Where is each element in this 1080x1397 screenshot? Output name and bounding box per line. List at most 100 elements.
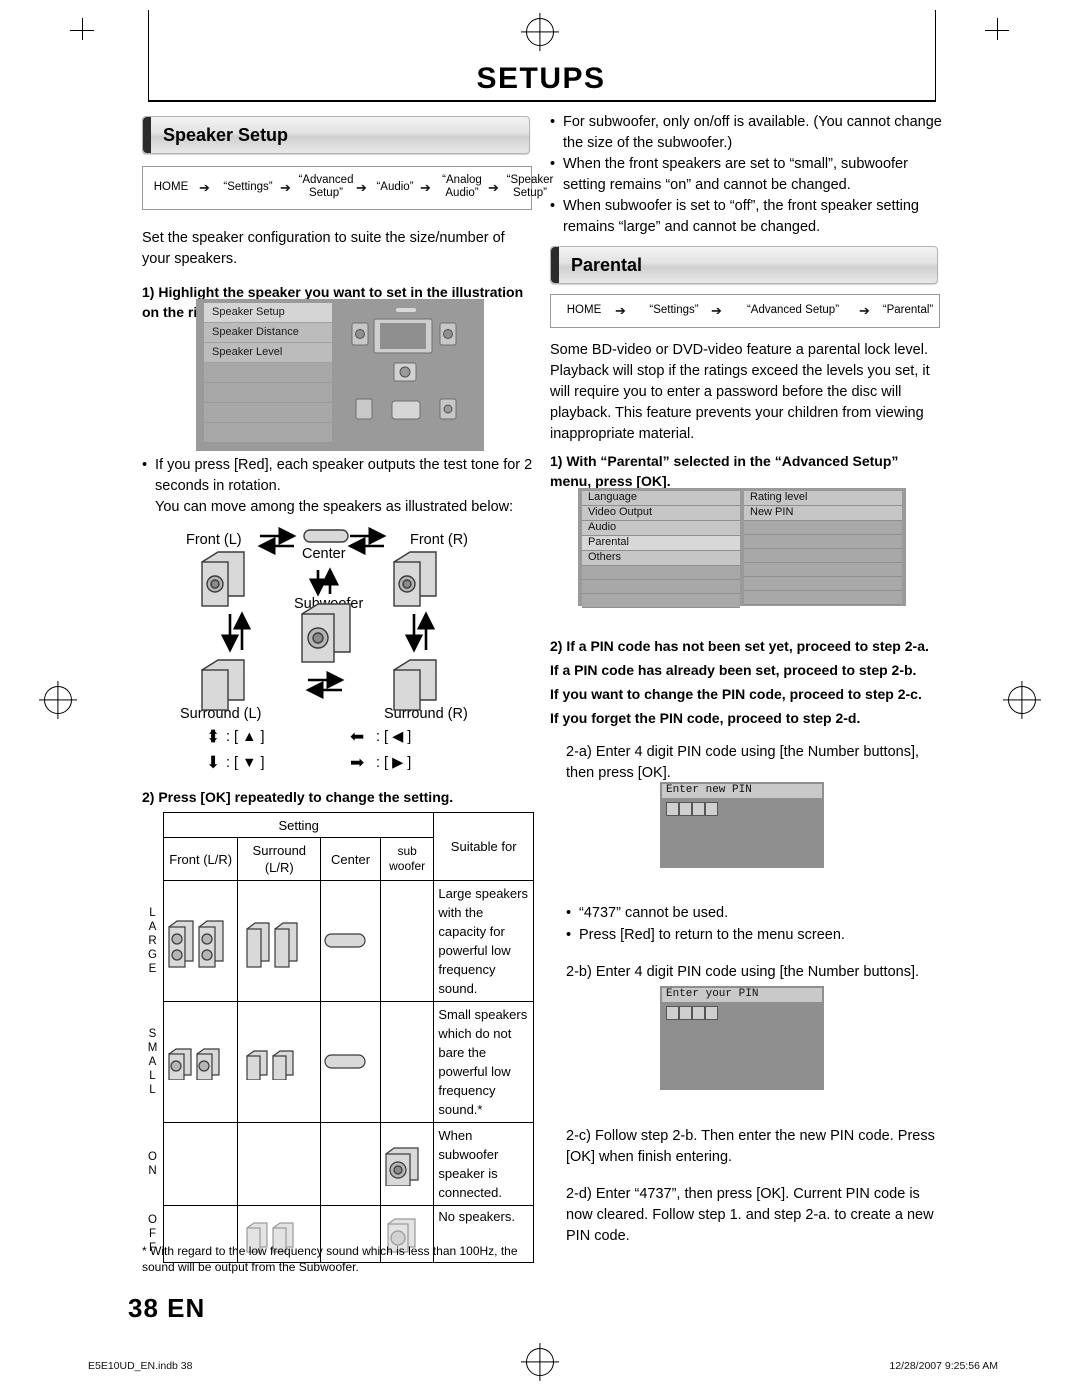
breadcrumb-item-4: “Analog Audio” [442, 174, 482, 199]
bullet-dot: • [550, 198, 556, 214]
osd-item-video-output: Video Output [582, 506, 740, 521]
page-title: SETUPS [476, 62, 606, 95]
osd-blank-row [744, 591, 902, 605]
chevron-right-icon: ➔ [711, 303, 722, 318]
pin-digit-2[interactable] [679, 802, 692, 816]
manual-page: SETUPS Speaker Setup HOME ➔ “Settings” ➔… [0, 0, 1080, 1397]
bullet-dot: • [566, 927, 572, 943]
speaker-move-text: You can move among the speakers as illus… [155, 499, 514, 515]
enter-new-pin-title: Enter new PIN [662, 784, 822, 798]
enter-your-pin-title: Enter your PIN [662, 988, 822, 1002]
table-col-surround: Surround (L/R) [237, 837, 322, 881]
pin-digit-1[interactable] [666, 802, 679, 816]
breadcrumb-parental: HOME ➔ “Settings” ➔ “Advanced Setup” ➔ “… [550, 294, 940, 328]
speaker-move-diagram: Front (L) Center Front (R) Subwoofer Sur… [142, 522, 534, 782]
cell-subwoofer-small [379, 1001, 435, 1123]
parental-step-2-line-0: If a PIN code has already been set, proc… [550, 662, 917, 678]
key-down-label: : [ ▼ ] [226, 755, 265, 771]
cell-surround-on [237, 1122, 322, 1206]
pin-entry-field-2[interactable] [666, 1006, 718, 1020]
parental-intro: Some BD-video or DVD-video feature a par… [550, 342, 930, 442]
table-header-row: Setting Suitable for [142, 812, 534, 881]
chevron-right-icon: ➔ [859, 303, 870, 318]
speaker-setup-osd-screenshot: Speaker Setup Speaker Distance Speaker L… [196, 299, 484, 451]
parental-step-2: 2) If a PIN code has not been set yet, p… [550, 638, 929, 654]
speaker-test-tone-text: If you press [Red], each speaker outputs… [155, 457, 533, 494]
cell-surround-large [237, 880, 322, 1002]
key-right-label: : [ ▶ ] [376, 755, 412, 771]
parental-step-1: 1) With “Parental” selected in the “Adva… [550, 453, 899, 489]
speaker-table-footnote: * With regard to the low frequency sound… [142, 1244, 518, 1274]
pin-digit-2[interactable] [679, 1006, 692, 1020]
page-number: 38 EN [128, 1293, 206, 1323]
parental-step-2-line-1: If you want to change the PIN code, proc… [550, 686, 922, 702]
pin-digit-4[interactable] [705, 1006, 718, 1020]
speaker-setting-table: Setting Suitable for Front (L/R) Surroun… [142, 812, 534, 1263]
breadcrumb-item-0: HOME [566, 304, 602, 316]
osd-blank-row [744, 549, 902, 563]
note-red-button: • Press [Red] to return to the menu scre… [566, 925, 942, 946]
bullet-dot: • [566, 905, 572, 921]
right-bullet-2-text: When subwoofer is set to “off”, the fron… [563, 198, 919, 235]
cell-center-on [320, 1122, 381, 1206]
banner-accent [551, 247, 559, 283]
chevron-right-icon: ➔ [280, 180, 291, 195]
cell-suitable-small: Small speakers which do not bare the pow… [433, 1001, 534, 1123]
small-front-speaker-icon [168, 1048, 220, 1080]
chevron-right-icon: ➔ [199, 180, 210, 195]
osd-blank-row [744, 563, 902, 577]
osd-item-rating-level: Rating level [744, 491, 902, 506]
breadcrumb-speaker-setup: HOME ➔ “Settings” ➔ “Advanced Setup” ➔ “… [142, 166, 553, 210]
osd-menu-blank-row [204, 403, 332, 423]
parental-step-2-line-2: If you forget the PIN code, proceed to s… [550, 710, 861, 726]
pin-entry-field[interactable] [666, 802, 718, 816]
pin-digit-3[interactable] [692, 802, 705, 816]
osd-blank-row [744, 535, 902, 549]
osd-item-new-pin: New PIN [744, 506, 902, 521]
section-banner-speaker-setup: Speaker Setup [142, 116, 530, 154]
osd-menu-item-speaker-level: Speaker Level [204, 343, 332, 363]
table-col-subwoofer: sub woofer [379, 837, 435, 881]
speaker-room-illustration [351, 308, 457, 420]
pin-digit-3[interactable] [692, 1006, 705, 1020]
chevron-right-icon: ➔ [488, 180, 499, 195]
osd-item-parental: Parental [582, 536, 740, 551]
cell-surround-small [237, 1001, 322, 1123]
parental-step-2b: 2-b) Enter 4 digit PIN code using [the N… [566, 964, 920, 980]
speaker-move-arrows [201, 526, 437, 711]
osd-blank-row [582, 580, 740, 594]
note-red-button-text: Press [Red] to return to the menu screen… [579, 927, 845, 943]
footer-timestamp: 12/28/2007 9:25:56 AM [889, 1360, 998, 1372]
parental-step-2d: 2-d) Enter “4737”, then press [OK]. Curr… [566, 1186, 934, 1244]
center-speaker-icon [324, 1054, 366, 1069]
pin-digit-4[interactable] [705, 802, 718, 816]
parental-osd-screenshot: Language Video Output Audio Parental Oth… [578, 488, 906, 608]
pin-digit-1[interactable] [666, 1006, 679, 1020]
large-surround-speaker-icon [246, 922, 298, 968]
osd-menu-list: Speaker Setup Speaker Distance Speaker L… [204, 303, 332, 443]
enter-new-pin-screenshot: Enter new PIN [660, 782, 824, 868]
osd-blank-row [744, 577, 902, 591]
osd-right-column: Rating level New PIN [744, 491, 902, 605]
cell-front-small [162, 1001, 239, 1123]
osd-menu-blank-row [204, 423, 332, 443]
osd-blank-row [582, 566, 740, 580]
subwoofer-on-icon [385, 1147, 419, 1186]
parental-step-2a: 2-a) Enter 4 digit PIN code using [the N… [566, 744, 920, 781]
arrow-down-icon: ⬇ [206, 753, 221, 772]
key-left-label: : [ ◀ ] [376, 729, 412, 745]
note-4737-text: “4737” cannot be used. [579, 905, 729, 921]
banner-accent [143, 117, 151, 153]
osd-menu-item-speaker-setup: Speaker Setup [204, 303, 332, 323]
right-bullet-0-text: For subwoofer, only on/off is available.… [563, 114, 942, 151]
breadcrumb-item-2: “Advanced Setup” [298, 174, 354, 199]
chevron-right-icon: ➔ [356, 180, 367, 195]
crop-mark-tl-h [70, 30, 94, 31]
breadcrumb-item-3: “Parental” [882, 304, 934, 316]
cell-subwoofer-on [379, 1122, 435, 1206]
cell-suitable-large: Large speakers with the capacity for pow… [433, 880, 534, 1002]
chevron-right-icon: ➔ [615, 303, 626, 318]
section-title-parental: Parental [571, 255, 643, 275]
note-4737: • “4737” cannot be used. [566, 903, 942, 924]
osd-blank-row [744, 521, 902, 535]
